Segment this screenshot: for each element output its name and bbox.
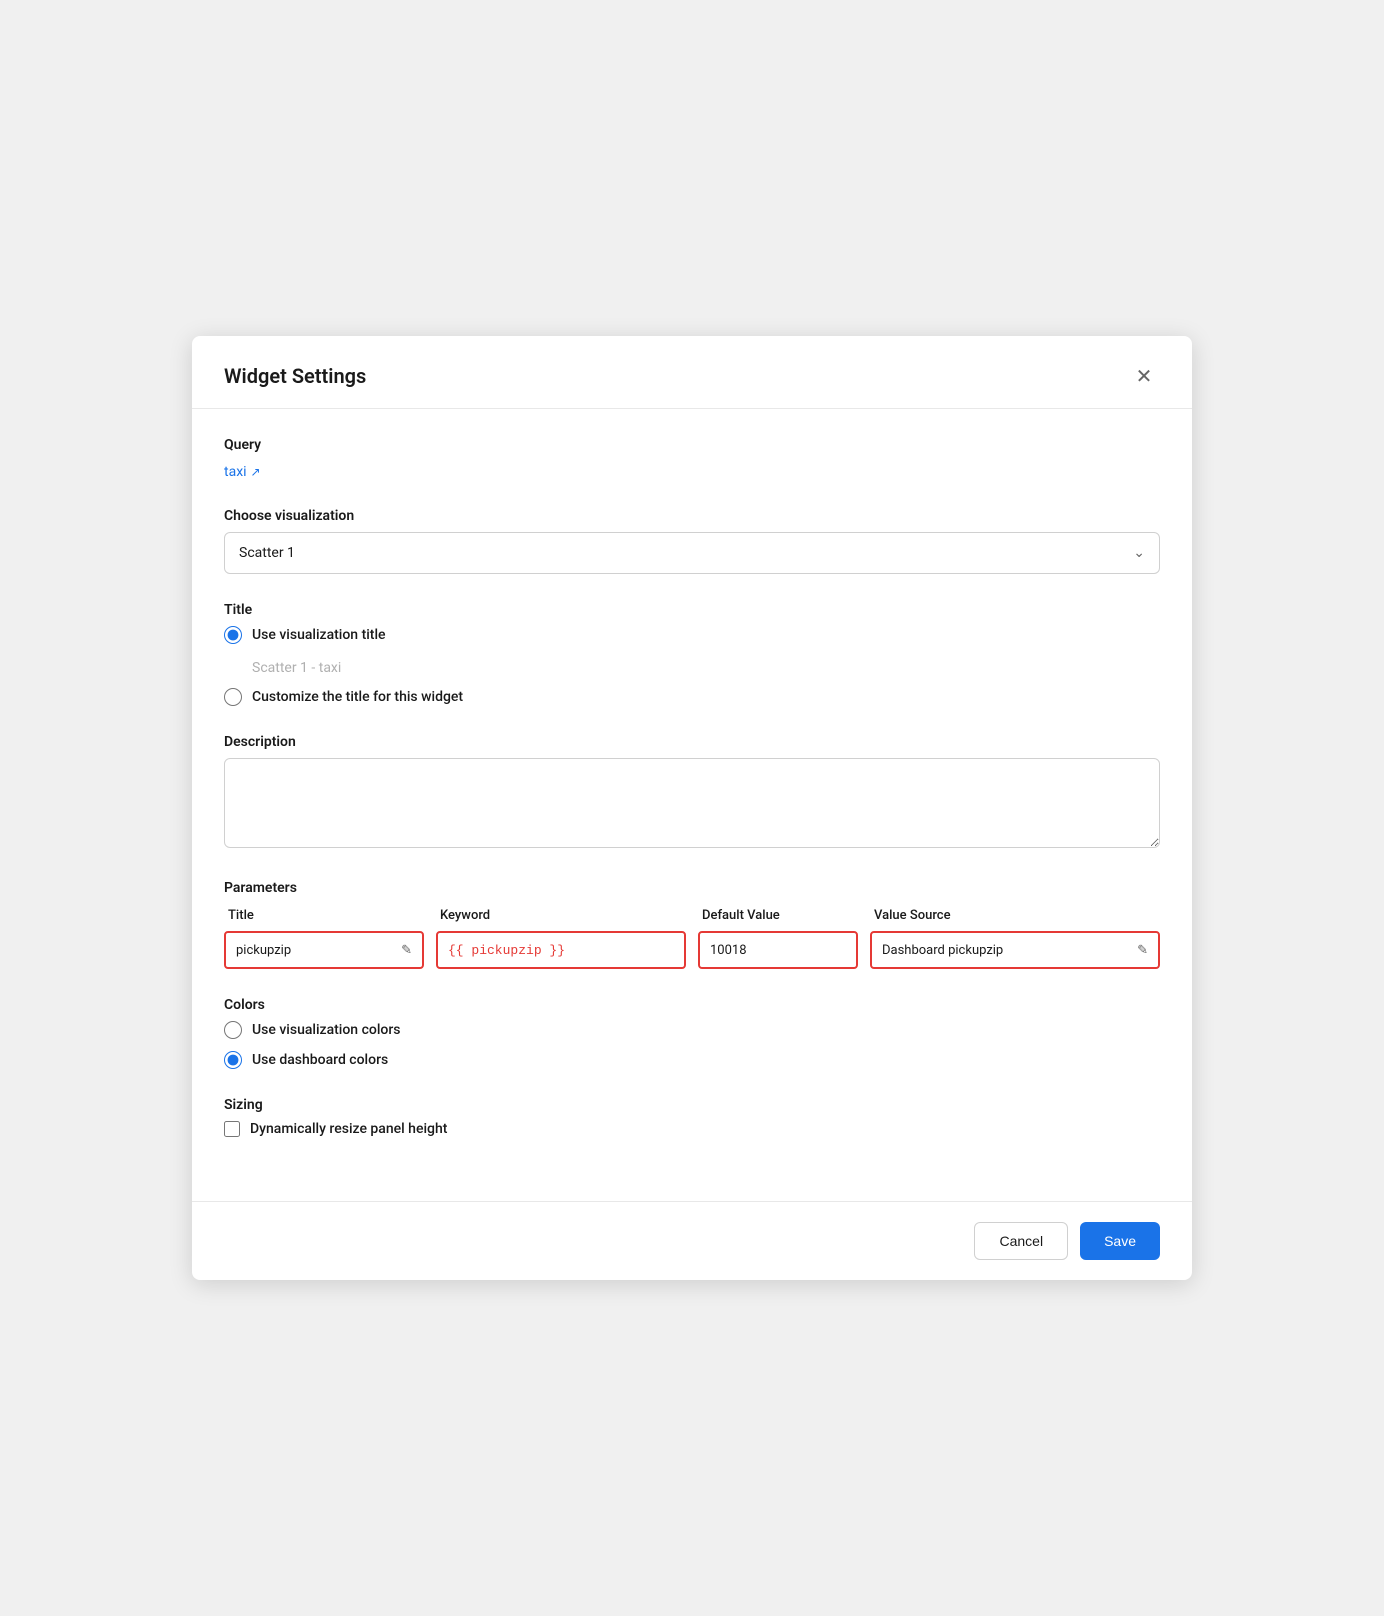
param-default-cell[interactable]: 10018 <box>698 931 858 969</box>
param-header-keyword: Keyword <box>440 908 690 923</box>
visualization-label: Choose visualization <box>224 508 1160 524</box>
param-source-edit-icon[interactable]: ✎ <box>1137 943 1148 958</box>
parameters-table: Title Keyword Default Value Value Source… <box>224 908 1160 969</box>
param-title-value: pickupzip <box>236 943 291 958</box>
description-label: Description <box>224 734 1160 750</box>
param-data-row: pickupzip ✎ {{ pickupzip }} 10018 Dashbo… <box>224 931 1160 969</box>
description-textarea[interactable] <box>224 758 1160 848</box>
customize-title-radio[interactable] <box>224 688 242 706</box>
visualization-select-wrapper: Scatter 1 ⌄ <box>224 532 1160 574</box>
widget-settings-dialog: Widget Settings ✕ Query taxi ↗ Choose vi… <box>192 336 1192 1280</box>
dynamic-resize-label: Dynamically resize panel height <box>250 1121 447 1137</box>
parameters-section: Parameters Title Keyword Default Value V… <box>224 880 1160 969</box>
sizing-section: Sizing Dynamically resize panel height <box>224 1097 1160 1137</box>
param-header-default: Default Value <box>702 908 862 923</box>
parameters-label: Parameters <box>224 880 1160 896</box>
visualization-select[interactable]: Scatter 1 ⌄ <box>224 532 1160 574</box>
use-viz-title-label: Use visualization title <box>252 627 386 643</box>
use-dashboard-colors-label: Use dashboard colors <box>252 1052 388 1068</box>
visualization-section: Choose visualization Scatter 1 ⌄ <box>224 508 1160 574</box>
use-viz-title-radio[interactable] <box>224 626 242 644</box>
title-section: Title Use visualization title Scatter 1 … <box>224 602 1160 706</box>
use-viz-title-option[interactable]: Use visualization title <box>224 626 1160 644</box>
save-button[interactable]: Save <box>1080 1222 1160 1260</box>
query-link-text: taxi <box>224 464 247 480</box>
use-dashboard-colors-radio[interactable] <box>224 1051 242 1069</box>
param-header-row: Title Keyword Default Value Value Source <box>224 908 1160 923</box>
close-icon: ✕ <box>1136 364 1153 389</box>
use-viz-colors-option[interactable]: Use visualization colors <box>224 1021 1160 1039</box>
param-header-title: Title <box>228 908 428 923</box>
use-dashboard-colors-option[interactable]: Use dashboard colors <box>224 1051 1160 1069</box>
sizing-label: Sizing <box>224 1097 1160 1113</box>
dialog-title: Widget Settings <box>224 364 366 388</box>
dynamic-resize-option[interactable]: Dynamically resize panel height <box>224 1121 1160 1137</box>
param-source-value: Dashboard pickupzip <box>882 943 1003 958</box>
title-radio-group: Use visualization title Scatter 1 - taxi… <box>224 626 1160 706</box>
param-source-cell[interactable]: Dashboard pickupzip ✎ <box>870 931 1160 969</box>
dialog-body: Query taxi ↗ Choose visualization Scatte… <box>192 409 1192 1193</box>
query-section: Query taxi ↗ <box>224 437 1160 480</box>
use-viz-colors-radio[interactable] <box>224 1021 242 1039</box>
param-keyword-value: {{ pickupzip }} <box>448 943 565 958</box>
colors-section: Colors Use visualization colors Use dash… <box>224 997 1160 1069</box>
colors-radio-group: Use visualization colors Use dashboard c… <box>224 1021 1160 1069</box>
dialog-header: Widget Settings ✕ <box>192 336 1192 409</box>
param-title-edit-icon[interactable]: ✎ <box>401 943 412 958</box>
cancel-button[interactable]: Cancel <box>974 1222 1068 1260</box>
query-link[interactable]: taxi ↗ <box>224 464 261 480</box>
sizing-options: Dynamically resize panel height <box>224 1121 1160 1137</box>
use-viz-colors-label: Use visualization colors <box>252 1022 400 1038</box>
param-header-source: Value Source <box>874 908 1156 923</box>
dynamic-resize-checkbox[interactable] <box>224 1121 240 1137</box>
param-default-value: 10018 <box>710 943 747 958</box>
external-link-icon: ↗ <box>251 465 261 479</box>
title-label: Title <box>224 602 1160 618</box>
visualization-selected-value: Scatter 1 <box>239 545 295 561</box>
dialog-footer: Cancel Save <box>192 1201 1192 1280</box>
close-button[interactable]: ✕ <box>1128 360 1160 392</box>
description-section: Description <box>224 734 1160 852</box>
customize-title-label: Customize the title for this widget <box>252 689 463 705</box>
query-label: Query <box>224 437 1160 453</box>
colors-label: Colors <box>224 997 1160 1013</box>
param-keyword-cell[interactable]: {{ pickupzip }} <box>436 931 686 969</box>
chevron-down-icon: ⌄ <box>1133 545 1145 561</box>
customize-title-option[interactable]: Customize the title for this widget <box>224 688 1160 706</box>
title-placeholder-text: Scatter 1 - taxi <box>252 660 1160 676</box>
param-title-cell[interactable]: pickupzip ✎ <box>224 931 424 969</box>
